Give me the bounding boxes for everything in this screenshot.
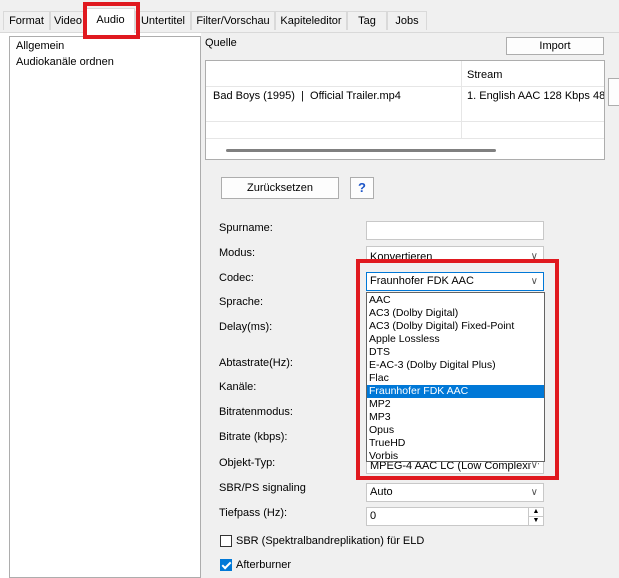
source-table: Stream Bad Boys (1995) | Official Traile… (205, 60, 605, 160)
horizontal-scrollbar[interactable] (226, 149, 496, 152)
abtastrate-label: Abtastrate(Hz): (219, 357, 293, 369)
source-heading: Quelle (205, 37, 237, 49)
spurname-input[interactable] (366, 221, 544, 240)
column-divider (461, 61, 462, 139)
tab-video[interactable]: Video (50, 11, 86, 30)
sidebar-item-allgemein[interactable]: Allgemein (16, 40, 64, 52)
stream-column-header: Stream (467, 69, 503, 81)
sbr-eld-label: SBR (Spektralbandreplikation) für ELD (236, 535, 425, 547)
audio-tab-highlight (83, 2, 140, 39)
tab-filter-vorschau[interactable]: Filter/Vorschau (191, 11, 275, 30)
kanaele-label: Kanäle: (219, 381, 257, 393)
tiefpass-value: 0 (370, 510, 377, 522)
afterburner-checkbox[interactable] (220, 559, 232, 571)
bitratenmodus-label: Bitratenmodus: (219, 406, 293, 418)
help-button[interactable]: ? (350, 177, 374, 199)
sidebar-item-audiokanaele[interactable]: Audiokanäle ordnen (16, 56, 114, 68)
tab-kapiteleditor[interactable]: Kapiteleditor (275, 11, 347, 30)
modus-label: Modus: (219, 247, 256, 259)
tab-tag[interactable]: Tag (347, 11, 387, 30)
spurname-label: Spurname: (219, 222, 273, 234)
sbrps-value: Auto (370, 486, 393, 498)
sprache-label: Sprache: (219, 296, 264, 308)
delay-label: Delay(ms): (219, 321, 273, 333)
objekttyp-label: Objekt-Typ: (219, 457, 276, 469)
sbrps-label: SBR/PS signaling (219, 482, 306, 494)
sbrps-select[interactable]: Auto ∨ (366, 483, 544, 502)
row-divider (206, 138, 604, 139)
spin-down-icon[interactable]: ▼ (528, 516, 543, 525)
tiefpass-label: Tiefpass (Hz): (219, 507, 288, 519)
tab-jobs[interactable]: Jobs (387, 11, 427, 30)
sbr-eld-checkbox[interactable] (220, 535, 232, 547)
tab-untertitel[interactable]: Untertitel (135, 11, 191, 30)
header-divider (206, 86, 604, 87)
tiefpass-spinbox[interactable]: 0 ▲ ▼ (366, 507, 544, 526)
source-stream-info[interactable]: 1. English AAC 128 Kbps 48( (467, 90, 604, 102)
chevron-down-icon: ∨ (530, 487, 538, 498)
tab-format[interactable]: Format (3, 11, 50, 30)
audio-section-list: Allgemein Audiokanäle ordnen (9, 36, 201, 578)
afterburner-label: Afterburner (236, 559, 292, 571)
reset-button[interactable]: Zurücksetzen (221, 177, 339, 199)
codec-highlight (356, 259, 559, 480)
import-button[interactable]: Import (506, 37, 604, 55)
codec-label: Codec: (219, 272, 254, 284)
source-file-name[interactable]: Bad Boys (1995) | Official Trailer.mp4 (213, 90, 401, 102)
row-divider (206, 121, 604, 122)
stream-side-button[interactable] (608, 78, 619, 106)
bitrate-label: Bitrate (kbps): (219, 431, 288, 443)
